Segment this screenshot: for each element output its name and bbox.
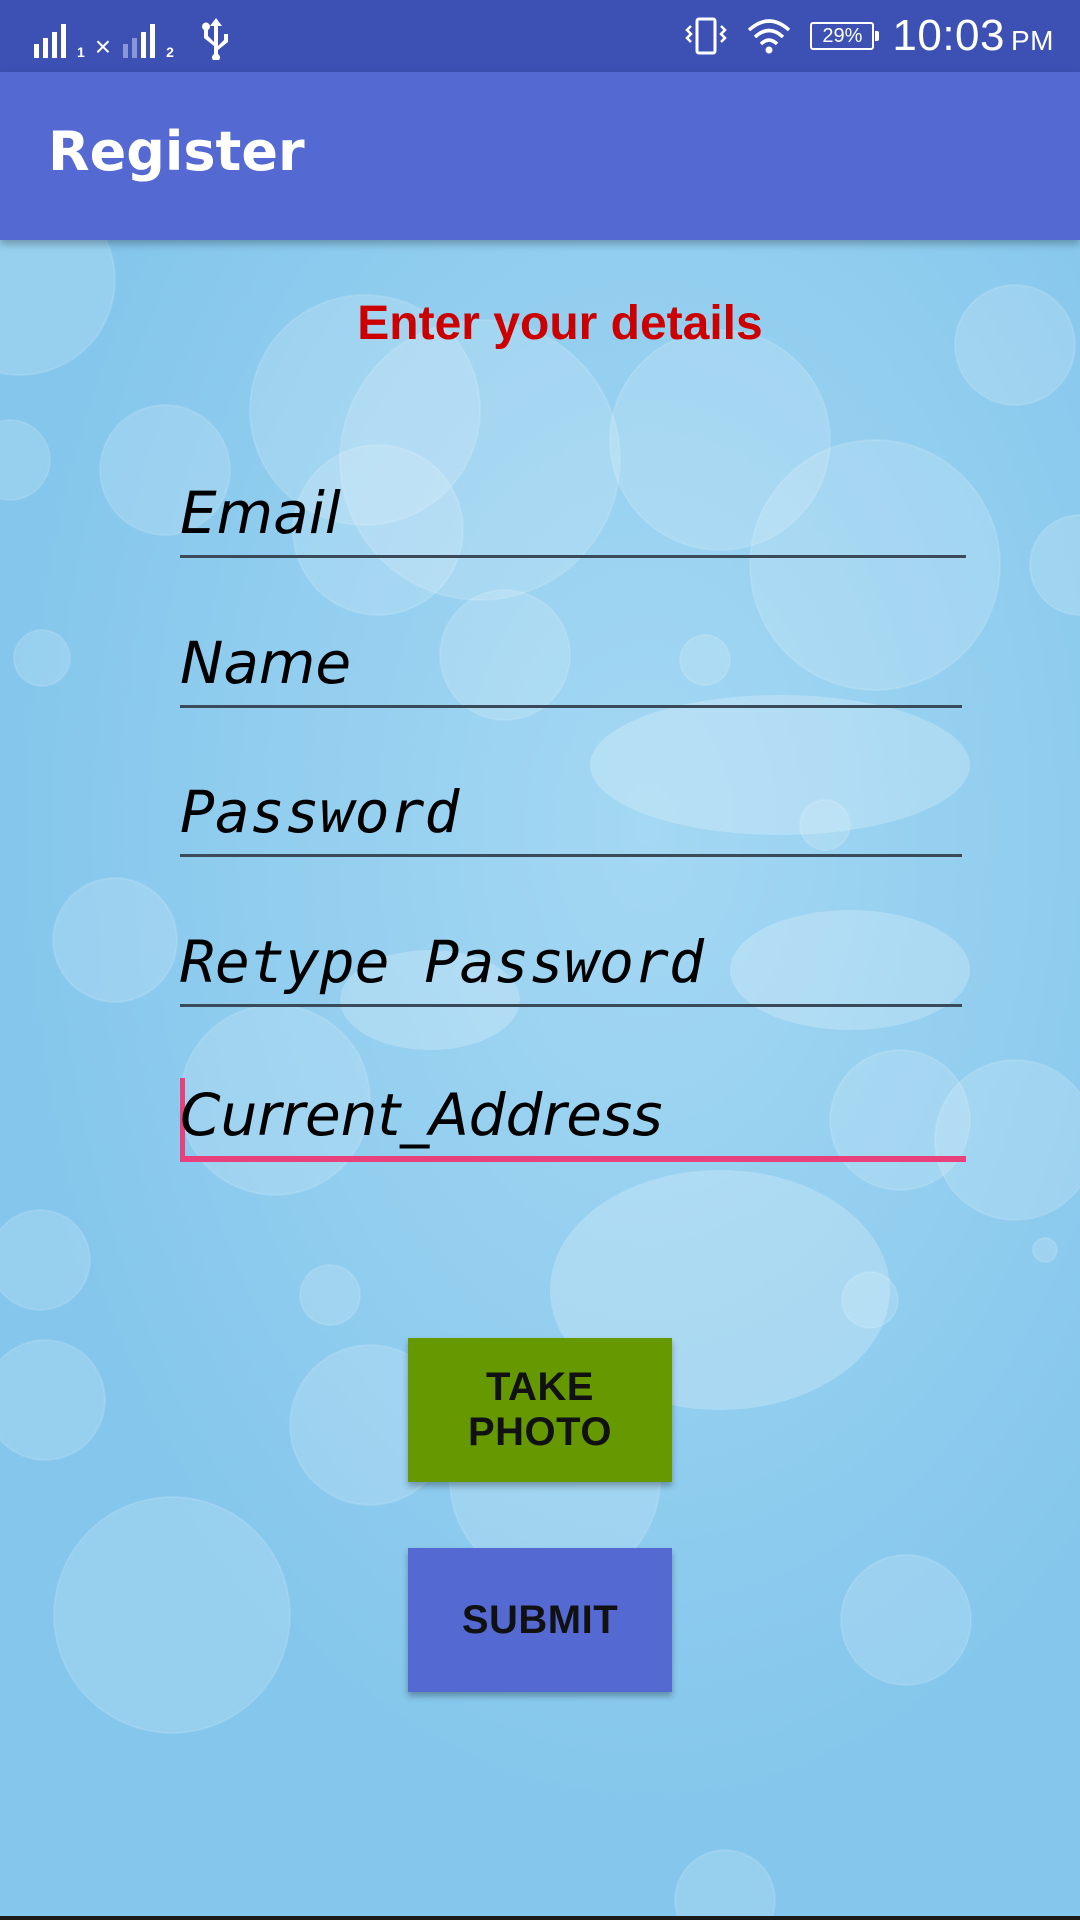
address-underline: [180, 1156, 966, 1162]
register-form: Enter your details TAKE PHOTO SUBMIT: [0, 0, 1080, 1920]
email-field-wrapper: [180, 474, 966, 558]
name-field[interactable]: [180, 624, 962, 702]
retype-password-field[interactable]: [180, 923, 962, 1001]
submit-button[interactable]: SUBMIT: [408, 1548, 672, 1692]
password-field[interactable]: [180, 773, 962, 851]
email-field[interactable]: [180, 474, 966, 552]
take-photo-button[interactable]: TAKE PHOTO: [408, 1338, 672, 1482]
address-field[interactable]: [180, 1076, 966, 1154]
name-underline: [180, 705, 962, 708]
bottom-edge: [0, 1916, 1080, 1920]
register-screen: 1 × 2 29% 10:03 PM Register Enter your d…: [0, 0, 1080, 1920]
address-field-wrapper: [180, 1072, 966, 1162]
app-bar: Register: [0, 72, 1080, 240]
retype-password-underline: [180, 1004, 962, 1007]
email-underline: [180, 555, 966, 558]
password-underline: [180, 854, 962, 857]
form-heading: Enter your details: [357, 297, 763, 350]
password-field-wrapper: [180, 773, 962, 857]
retype-password-field-wrapper: [180, 923, 962, 1007]
page-title: Register: [48, 120, 305, 183]
name-field-wrapper: [180, 624, 962, 708]
